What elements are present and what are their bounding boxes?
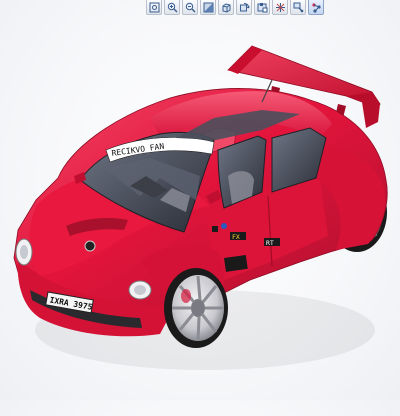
view-toolbar (146, 0, 336, 16)
orient-button[interactable] (218, 0, 234, 15)
zoom-fit-button[interactable] (146, 0, 162, 15)
zoom-out-icon (185, 2, 195, 12)
sponsor-decal-square (212, 226, 218, 232)
zoom-in-icon (167, 2, 177, 12)
sponsor-decal-dot (221, 223, 227, 229)
zoom-in-button[interactable] (164, 0, 180, 15)
spin-center-icon (311, 2, 321, 13)
zoom-out-button[interactable] (182, 0, 198, 15)
model-viewport[interactable]: RECIKVO FAN FX RT IXRA 3975 (0, 16, 400, 400)
display-style-button[interactable] (272, 0, 288, 15)
saved-views-icon (257, 2, 267, 12)
emblem-icon (84, 240, 96, 252)
datum-display-icon (293, 2, 303, 12)
car-model: RECIKVO FAN FX RT IXRA 3975 (13, 45, 388, 370)
zoom-fit-icon (149, 2, 159, 12)
shaded-view-button[interactable] (200, 0, 216, 15)
datum-display-button[interactable] (290, 0, 306, 15)
saved-views-button[interactable] (254, 0, 270, 15)
shaded-view-icon (203, 2, 213, 12)
sponsor-decal-2: RT (266, 239, 274, 247)
display-style-icon (275, 2, 285, 12)
spin-icon (239, 2, 250, 11)
spin-center-button[interactable] (308, 0, 324, 15)
spin-button[interactable] (236, 0, 252, 15)
orient-icon (222, 2, 230, 13)
sponsor-decal-1: FX (232, 233, 240, 241)
front-wheel (164, 268, 228, 348)
